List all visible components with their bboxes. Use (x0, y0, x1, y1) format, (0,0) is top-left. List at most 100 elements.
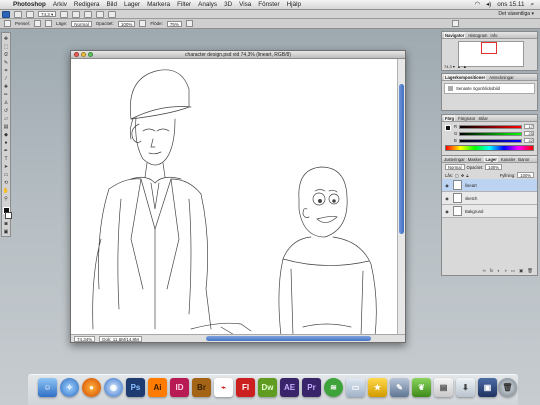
wifi-icon[interactable]: ◠ (475, 1, 481, 8)
finder-icon[interactable]: ☺ (38, 378, 57, 397)
clone-stamp-tool-icon[interactable]: ♙ (3, 100, 10, 106)
shape-tool-icon[interactable]: ▭ (3, 172, 10, 178)
history-brush-tool-icon[interactable]: ↺ (3, 108, 10, 114)
background-color-swatch[interactable] (4, 212, 12, 219)
color-panel-swatch[interactable] (445, 125, 451, 131)
new-group-icon[interactable]: ▭ (511, 268, 515, 274)
bridge-launch-icon[interactable] (14, 10, 22, 18)
indesign-icon[interactable]: ID (170, 378, 189, 397)
preview-app-icon[interactable]: ✎ (390, 378, 409, 397)
layer-opacity-field[interactable]: 100% (485, 164, 502, 170)
tab-notes[interactable]: Anteckningar (489, 74, 513, 80)
zoom-out-icon[interactable]: ▴ (458, 64, 460, 69)
document-info[interactable]: Dok: 11,6M/14,8M (99, 335, 142, 342)
type-tool-icon[interactable]: T (3, 156, 10, 162)
tab-color[interactable]: Färg (444, 115, 456, 121)
eyedropper-tool-icon[interactable]: ⁄ (3, 76, 10, 82)
menu-item-arkiv[interactable]: Arkiv (53, 1, 67, 8)
3d-rotate-tool-icon[interactable]: ⟲ (3, 180, 10, 186)
brush-tool-icon[interactable]: ✏ (3, 92, 10, 98)
adjustment-layer-icon[interactable]: ◑ (504, 268, 507, 274)
channel-b-slider[interactable] (458, 138, 522, 143)
layer-row[interactable]: ◉ Bakgrund (442, 205, 537, 218)
spotlight-search-icon[interactable]: ⌕ (530, 1, 534, 9)
fill-field[interactable]: 100% (517, 172, 534, 178)
volume-icon[interactable]: ◂) (486, 1, 491, 8)
brush-preset-icon[interactable] (4, 20, 11, 27)
firefox-icon[interactable]: ● (82, 378, 101, 397)
menu-item-analys[interactable]: Analys (198, 1, 217, 8)
mode-select[interactable]: Normal (71, 20, 92, 27)
menu-item-visa[interactable]: Visa (239, 1, 251, 8)
marquee-tool-icon[interactable]: ⬚ (3, 44, 10, 50)
tab-histogram[interactable]: Histogram (468, 32, 487, 38)
tab-layer-comps[interactable]: Lagerkompositioner (444, 74, 487, 80)
view-extras-icon[interactable] (26, 10, 34, 18)
blend-mode-select[interactable]: Normal (445, 164, 465, 170)
screen-mode-icon[interactable] (108, 10, 117, 18)
screen-mode-tool-icon[interactable]: ▣ (3, 229, 10, 235)
bridge-icon[interactable]: Br (192, 378, 211, 397)
after-effects-icon[interactable]: AE (280, 378, 299, 397)
visibility-eye-icon[interactable]: ◉ (444, 183, 450, 188)
photoshop-icon[interactable]: Ps (126, 378, 145, 397)
path-select-tool-icon[interactable]: ➤ (3, 164, 10, 170)
lock-position-icon[interactable]: ✥ (461, 173, 465, 178)
opacity-field[interactable]: 100% (117, 20, 136, 27)
tab-swatches[interactable]: Färgrutor (458, 115, 475, 121)
tab-paths[interactable]: Banor (518, 156, 529, 162)
menu-item-markera[interactable]: Markera (147, 1, 170, 8)
quick-select-tool-icon[interactable]: ✎ (3, 60, 10, 66)
zoom-field[interactable]: 74,34% (74, 335, 96, 342)
menu-item-fonster[interactable]: Fönster (258, 1, 279, 8)
flash-icon[interactable]: Fl (236, 378, 255, 397)
crop-tool-icon[interactable]: ⌗ (3, 68, 10, 74)
menu-item-filter[interactable]: Filter (177, 1, 191, 8)
visibility-eye-icon[interactable]: ◉ (444, 196, 450, 201)
lock-all-icon[interactable]: 🔒︎ (466, 173, 468, 178)
folder-icon[interactable]: ▭ (346, 378, 365, 397)
pressure-opacity-icon[interactable] (139, 20, 147, 27)
pen-tool-icon[interactable]: ✒ (3, 148, 10, 154)
lock-pixels-icon[interactable]: ▢ (455, 173, 459, 178)
zoom-tool-icon[interactable]: ⚲ (3, 196, 10, 202)
arrange-documents-icon[interactable] (96, 10, 105, 18)
channel-g-value[interactable]: 25 (524, 131, 534, 136)
layer-name[interactable]: Bakgrund (465, 209, 483, 214)
color-spectrum-bar[interactable] (445, 145, 534, 151)
dodge-tool-icon[interactable]: ● (3, 140, 10, 146)
downloads-stack-icon[interactable]: ⬇ (456, 378, 475, 397)
delete-layer-icon[interactable]: 🗑︎ (527, 268, 533, 274)
illustrator-icon[interactable]: Ai (148, 378, 167, 397)
navigator-view-box[interactable] (481, 42, 497, 54)
hand-tool-icon[interactable]: ✋ (3, 188, 10, 194)
rotate-view-icon[interactable] (84, 10, 93, 18)
menu-item-bild[interactable]: Bild (106, 1, 117, 8)
network-icon[interactable]: ◉ (104, 378, 123, 397)
tab-info[interactable]: Info (490, 32, 497, 38)
channel-g-slider[interactable] (459, 131, 522, 136)
menu-clock[interactable]: ons 15.11 (497, 1, 524, 8)
utility-app-icon[interactable]: ★ (368, 378, 387, 397)
flow-field[interactable]: 75% (166, 20, 182, 27)
spotify-icon[interactable]: ≋ (324, 378, 343, 397)
trash-icon[interactable]: 🗑︎ (498, 378, 517, 397)
premiere-icon[interactable]: Pr (302, 378, 321, 397)
layer-name[interactable]: lineart (465, 183, 477, 188)
leaf-app-icon[interactable]: ❦ (412, 378, 431, 397)
brush-panel-toggle-icon[interactable] (45, 20, 53, 27)
hand-tool-icon[interactable] (60, 10, 69, 18)
layer-style-icon[interactable]: fx (490, 268, 494, 274)
tablet-pressure-icon[interactable] (451, 20, 459, 27)
quick-mask-icon[interactable]: ◙ (3, 221, 10, 227)
workspace-switcher[interactable]: Det väsentliga ▾ (498, 11, 534, 17)
move-tool-icon[interactable]: ✥ (3, 36, 10, 42)
zoom-tool-icon[interactable] (72, 10, 81, 18)
horizontal-scrollbar[interactable] (205, 336, 371, 341)
layer-name[interactable]: sketch (465, 196, 477, 201)
safari-icon[interactable]: ✧ (60, 378, 79, 397)
channel-b-value[interactable]: 42 (524, 138, 534, 143)
acrobat-icon[interactable]: ⌁ (214, 378, 233, 397)
channel-r-slider[interactable] (459, 124, 522, 129)
tab-masks[interactable]: Masker (468, 156, 482, 162)
